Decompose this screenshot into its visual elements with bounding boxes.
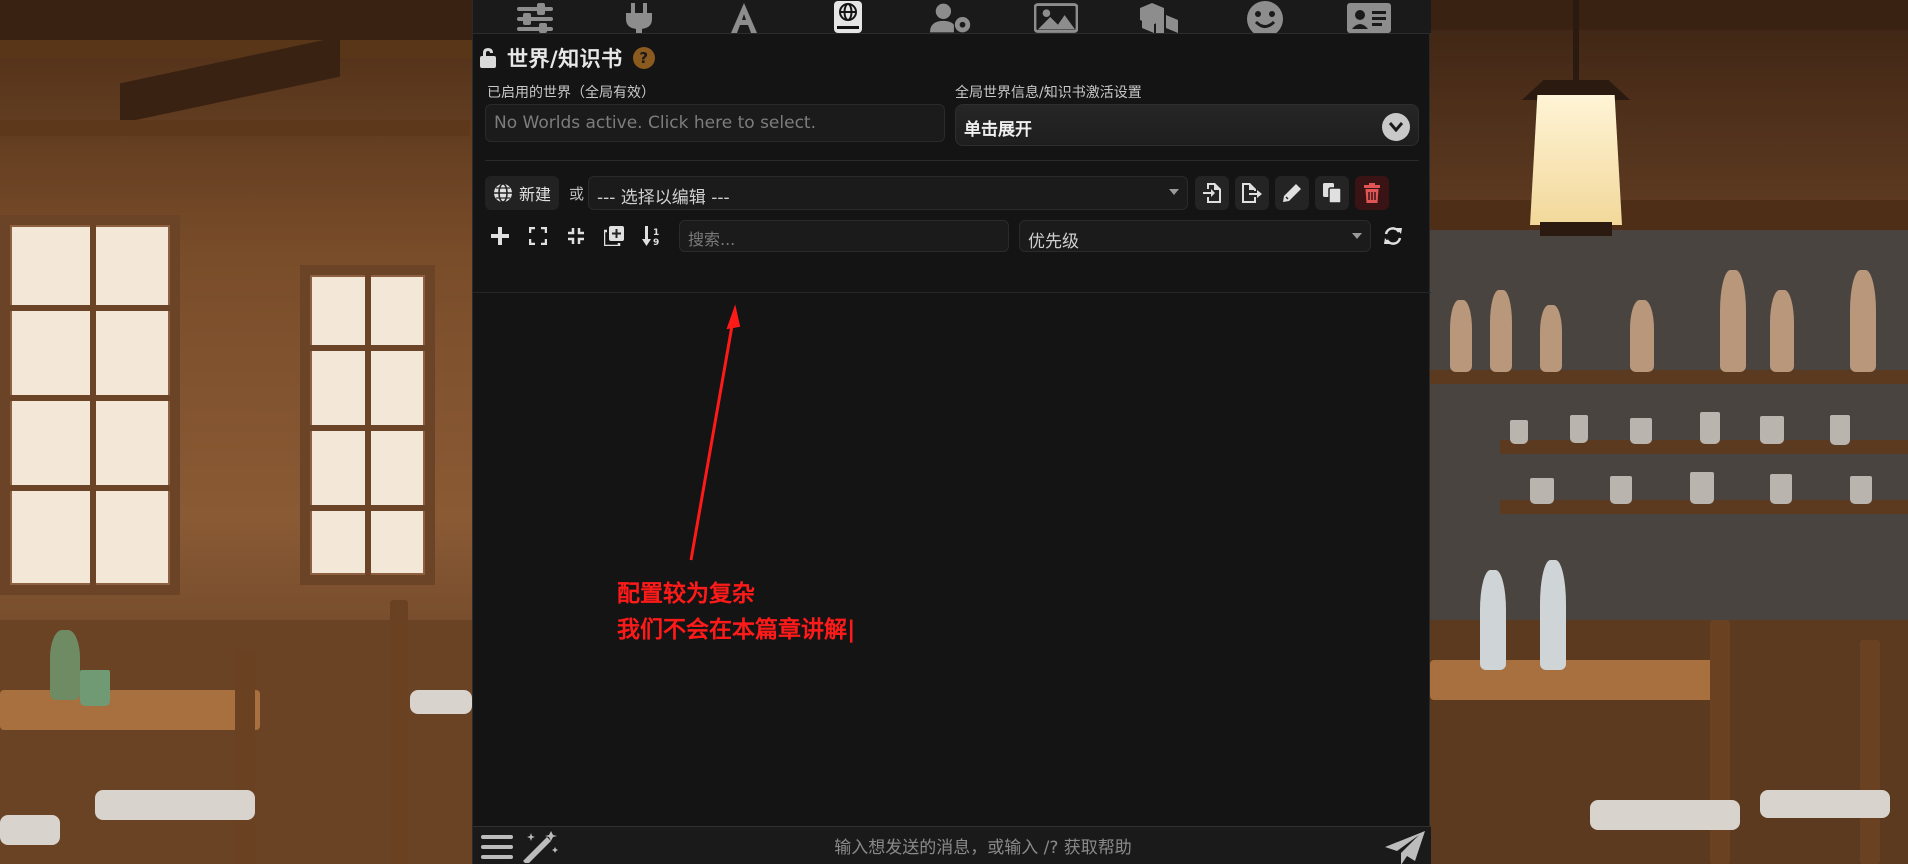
chat-message-input[interactable]: 输入想发送的消息，或输入 /? 获取帮助 [773,833,1193,858]
background-left-room [0,0,472,864]
annotation-arrow-icon [689,304,741,561]
annotation-line-1: 配置较为复杂 [617,581,755,607]
background-right-room [1430,0,1908,864]
world-info-panel: 世界/知识书 ? 已启用的世界（全局有效） 全局世界信息/知识书激活设置 No … [472,0,1431,864]
annotation-line-2: 我们不会在本篇章讲解| [617,617,856,643]
options-menu-icon[interactable] [481,833,513,864]
lamp-rod [1573,0,1579,82]
hanging-lamp [1530,95,1622,225]
lamp-base [1540,222,1612,236]
magic-wand-icon[interactable] [521,831,561,864]
chat-bar: 输入想发送的消息，或输入 /? 获取帮助 [473,826,1431,864]
send-icon[interactable] [1385,831,1425,864]
